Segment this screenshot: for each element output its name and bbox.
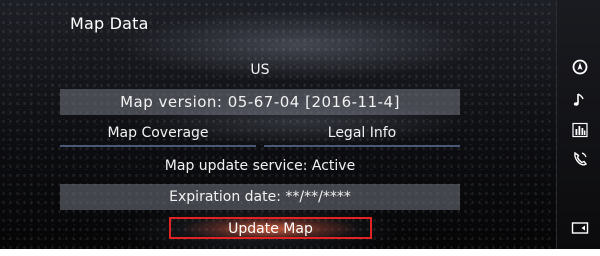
phone-icon[interactable]: [571, 150, 589, 168]
music-note-icon[interactable]: [571, 91, 589, 109]
expiration-date-label: Expiration date: **/**/****: [60, 184, 460, 210]
update-map-button[interactable]: Update Map: [169, 217, 372, 239]
map-info-buttons: Map Coverage Legal Info: [60, 121, 460, 147]
navigation-icon[interactable]: [571, 58, 589, 76]
display-toggle-icon[interactable]: [571, 219, 589, 237]
equalizer-icon[interactable]: [571, 121, 589, 139]
update-service-status: Map update service: Active: [164, 158, 356, 174]
map-coverage-button[interactable]: Map Coverage: [60, 121, 256, 147]
map-data-screen: Map Data US Map version: 05-67-04 [2016-…: [0, 0, 600, 249]
page-title: Map Data: [70, 14, 149, 33]
country-label: US: [250, 62, 270, 78]
legal-info-button[interactable]: Legal Info: [264, 121, 460, 147]
side-menu: [556, 0, 600, 249]
map-version-label: Map version: 05-67-04 [2016-11-4]: [60, 89, 460, 115]
